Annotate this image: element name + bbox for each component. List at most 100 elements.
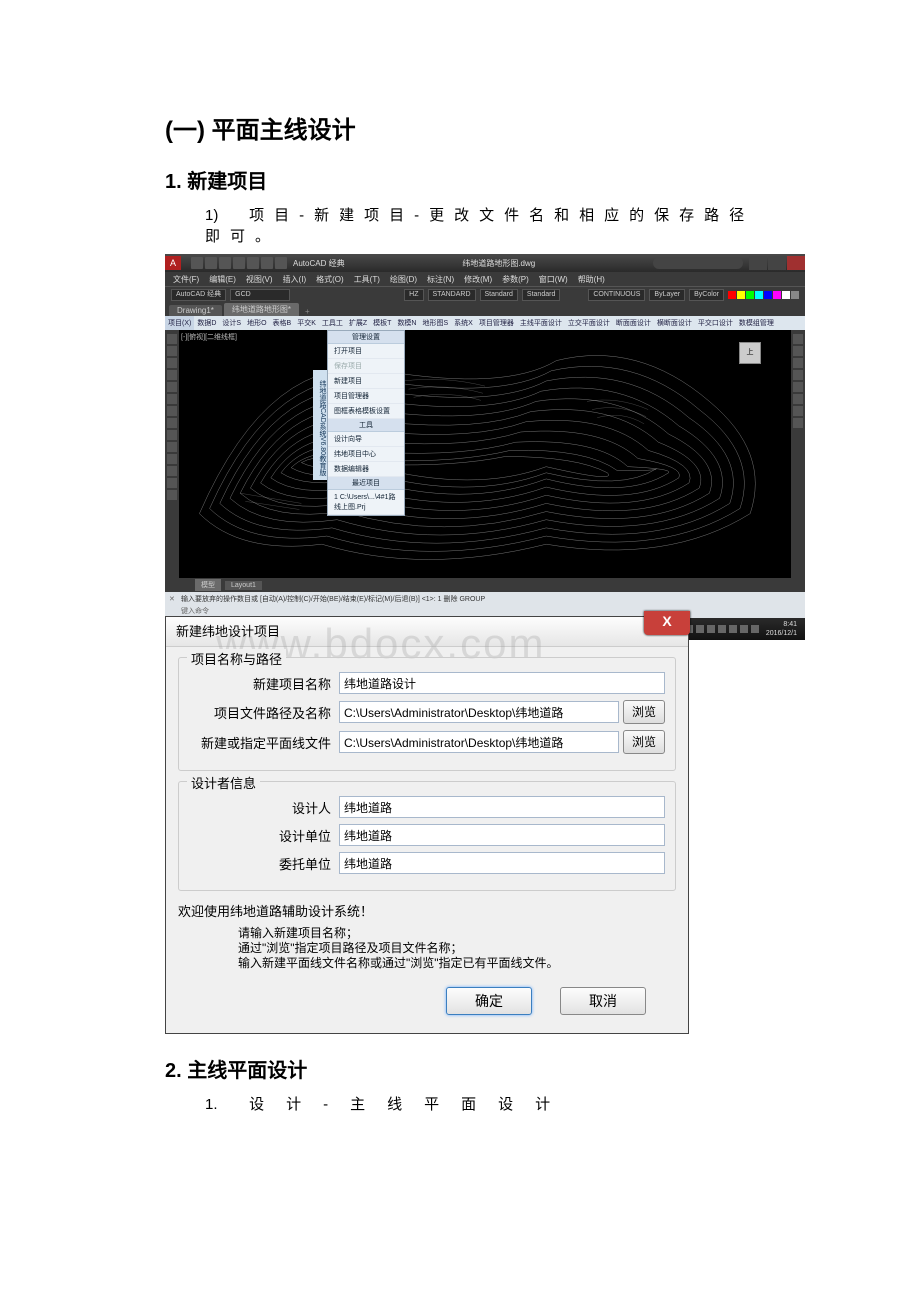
ribbon-item[interactable]: 项目管理器 (476, 316, 517, 330)
menu-data-editor[interactable]: 数据编辑器 (328, 462, 404, 477)
menu-dim[interactable]: 标注(N) (427, 274, 454, 285)
menu-template-settings[interactable]: 图框表格模板设置 (328, 404, 404, 419)
menu-view[interactable]: 视图(V) (246, 274, 273, 285)
input-project-name[interactable]: 纬地道路设计 (339, 672, 665, 694)
menu-draw[interactable]: 绘图(D) (390, 274, 417, 285)
project-menu-popup: 管理设置 打开项目 保存项目 新建项目 项目管理器 图框表格模板设置 工具 设计… (327, 330, 405, 516)
minimize-button[interactable] (749, 256, 767, 270)
menu-file[interactable]: 文件(F) (173, 274, 199, 285)
menu-project-manager[interactable]: 项目管理器 (328, 389, 404, 404)
menu-window[interactable]: 窗口(W) (539, 274, 568, 285)
maximize-button[interactable] (768, 256, 786, 270)
ribbon-item[interactable]: 工具工 (319, 316, 346, 330)
menu-open-project[interactable]: 打开项目 (328, 344, 404, 359)
ribbon-item[interactable]: 扩展Z (346, 316, 370, 330)
browse-plan-button[interactable]: 浏览 (623, 730, 665, 754)
ribbon-item[interactable]: 设计S (219, 316, 244, 330)
lineweight-select[interactable]: ByLayer (649, 289, 685, 301)
viewcube-face[interactable]: 上 (739, 342, 761, 364)
left-toolbar[interactable] (165, 330, 179, 578)
menu-save-project: 保存项目 (328, 359, 404, 374)
layout-tab[interactable]: Layout1 (225, 581, 262, 590)
ribbon-item[interactable]: 横断面设计 (654, 316, 695, 330)
cmd-close-icon[interactable]: ✕ (169, 595, 181, 603)
ribbon-item[interactable]: 地形图S (420, 316, 452, 330)
ribbon-item[interactable]: 表格B (270, 316, 295, 330)
new-project-dialog: 新建纬地设计项目 X www.bdocx.com 项目名称与路径 新建项目名称 … (165, 616, 689, 1034)
ribbon-item[interactable]: 主线平面设计 (517, 316, 565, 330)
input-client-unit[interactable]: 纬地道路 (339, 852, 665, 874)
section-2-title: 2. 主线平面设计 (165, 1054, 755, 1083)
cancel-button[interactable]: 取消 (560, 987, 646, 1015)
menu-format[interactable]: 格式(O) (316, 274, 344, 285)
ribbon-item[interactable]: 数模N (394, 316, 419, 330)
label-client-unit: 委托单位 (189, 854, 339, 873)
menu-project-center[interactable]: 纬地项目中心 (328, 447, 404, 462)
model-tab[interactable]: 模型 (195, 579, 221, 591)
dimstyle-select[interactable]: STANDARD (428, 289, 476, 301)
close-button[interactable] (787, 256, 805, 270)
cad-screenshot: A AutoCAD 经典 纬地道路地形图.dwg 文件(F) 编辑(E) 视图(… (165, 254, 805, 610)
new-tab-button[interactable]: + (301, 307, 314, 316)
ok-button[interactable]: 确定 (446, 987, 532, 1015)
ribbon-item[interactable]: 数模组管理 (736, 316, 777, 330)
clock: 8:41 2016/12/1 (762, 620, 801, 638)
drawing-viewport[interactable]: [-][俯视][二维线框] (179, 330, 791, 578)
right-toolbar[interactable] (791, 330, 805, 578)
ribbon-item[interactable]: 平交K (294, 316, 319, 330)
section-1-title: 1. 新建项目 (165, 165, 755, 194)
menu-design-wizard[interactable]: 设计向导 (328, 432, 404, 447)
terrain-contours (179, 330, 791, 578)
menu-recent-project[interactable]: 1 C:\Users\...\4#1路线上图.Prj (328, 490, 404, 515)
group-designer-info: 设计者信息 (187, 773, 260, 792)
layer-select[interactable]: GCD (230, 289, 290, 301)
step-2-text: 设计-主线平面设计 (249, 1096, 572, 1113)
quick-access-toolbar[interactable] (191, 257, 287, 269)
window-title: 纬地道路地形图.dwg (345, 258, 653, 269)
autocad-logo-icon[interactable]: A (165, 256, 181, 270)
label-project-path: 项目文件路径及名称 (189, 703, 339, 722)
ribbon-item[interactable]: 地形O (244, 316, 269, 330)
browse-path-button[interactable]: 浏览 (623, 700, 665, 724)
label-plan-file: 新建或指定平面线文件 (189, 733, 339, 752)
menu-help[interactable]: 帮助(H) (578, 274, 605, 285)
input-plan-file[interactable]: C:\Users\Administrator\Desktop\纬地道路 (339, 731, 619, 753)
dialog-close-button[interactable]: X (644, 611, 690, 635)
ribbon-item[interactable]: 平交口设计 (695, 316, 736, 330)
step-2: 1. 设计-主线平面设计 (205, 1093, 755, 1114)
menu-param[interactable]: 参数(P) (502, 274, 529, 285)
step-2-num: 1. (205, 1096, 235, 1113)
color-swatches[interactable] (728, 291, 799, 299)
menu-new-project[interactable]: 新建项目 (328, 374, 404, 389)
menu-modify[interactable]: 修改(M) (464, 274, 492, 285)
ribbon-project[interactable]: 项目(X) (165, 316, 194, 330)
plotstyle-select[interactable]: ByColor (689, 289, 724, 301)
hint-text: 请输入新建项目名称； 通过"浏览"指定项目路径及项目文件名称； 输入新建平面线文… (238, 926, 676, 971)
linetype-select[interactable]: CONTINUOUS (588, 289, 645, 301)
hint-version-tab[interactable]: 纬地道路CAD系统V6.80教育版 (313, 370, 327, 480)
doc-tab-2[interactable]: 纬地道路地形图* (224, 303, 299, 316)
ribbon-item[interactable]: 立交平面设计 (565, 316, 613, 330)
ribbon-item[interactable]: 数据D (194, 316, 219, 330)
system-tray[interactable]: 8:41 2016/12/1 (685, 620, 805, 638)
input-design-unit[interactable]: 纬地道路 (339, 824, 665, 846)
menu-tools[interactable]: 工具(T) (354, 274, 380, 285)
tablestyle-select[interactable]: Standard (480, 289, 518, 301)
ribbon-item[interactable]: 系统X (451, 316, 476, 330)
menu-edit[interactable]: 编辑(E) (209, 274, 236, 285)
step-1-num: 1) (205, 207, 235, 224)
mleaderstyle-select[interactable]: Standard (522, 289, 560, 301)
menu-insert[interactable]: 插入(I) (283, 274, 307, 285)
input-designer[interactable]: 纬地道路 (339, 796, 665, 818)
ribbon-item[interactable]: 断面面设计 (613, 316, 654, 330)
input-project-path[interactable]: C:\Users\Administrator\Desktop\纬地道路 (339, 701, 619, 723)
textstyle-select[interactable]: HZ (404, 289, 423, 301)
help-search-input[interactable] (653, 257, 743, 269)
viewcube[interactable]: 上 (733, 336, 767, 370)
label-design-unit: 设计单位 (189, 826, 339, 845)
menu-bar[interactable]: 文件(F) 编辑(E) 视图(V) 插入(I) 格式(O) 工具(T) 绘图(D… (165, 272, 805, 286)
ribbon-item[interactable]: 模板T (370, 316, 394, 330)
workspace-select[interactable]: AutoCAD 经典 (171, 289, 226, 301)
hint-ribbon[interactable]: 项目(X) 数据D 设计S 地形O 表格B 平交K 工具工 扩展Z 模板T 数模… (165, 316, 805, 330)
doc-tab-1[interactable]: Drawing1* (169, 305, 222, 316)
